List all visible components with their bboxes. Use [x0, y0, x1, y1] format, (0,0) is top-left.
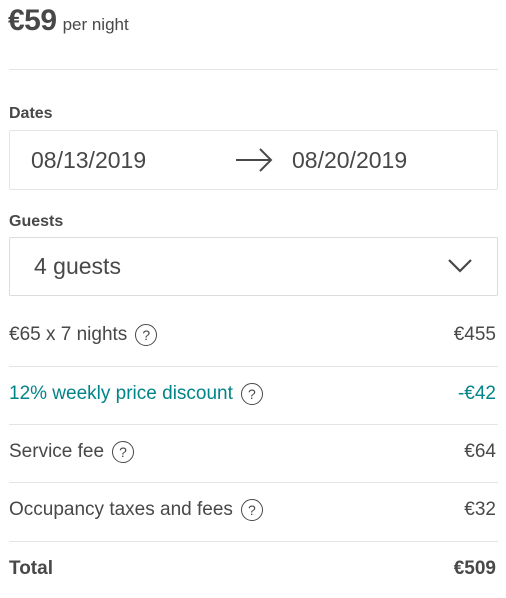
- service-fee-row: Service fee ? €64: [9, 423, 498, 481]
- checkout-date-input[interactable]: 08/20/2019: [292, 131, 407, 189]
- guests-value: 4 guests: [34, 253, 121, 279]
- dates-label: Dates: [9, 105, 53, 122]
- question-icon[interactable]: ?: [135, 324, 158, 346]
- service-fee-label: Service fee: [9, 441, 105, 462]
- nightly-rate-row: €65 x 7 nights ? €455: [9, 306, 498, 364]
- discount-value: -€42: [457, 383, 496, 404]
- guests-dropdown[interactable]: 4 guests: [9, 237, 498, 296]
- service-fee-value: €64: [464, 441, 496, 462]
- total-value: €509: [453, 558, 496, 579]
- discount-label: 12% weekly price discount: [9, 383, 233, 404]
- checkin-date-input[interactable]: 08/13/2019: [31, 131, 146, 189]
- question-icon[interactable]: ?: [112, 441, 135, 463]
- question-icon[interactable]: ?: [240, 499, 263, 521]
- nightly-rate-value: €455: [453, 324, 496, 345]
- total-row: Total €509: [9, 540, 498, 598]
- nightly-rate-label: €65 x 7 nights: [9, 324, 128, 345]
- chevron-down-icon: [448, 259, 472, 273]
- price-header: €59 per night: [8, 4, 129, 38]
- discount-row: 12% weekly price discount ? -€42: [9, 365, 498, 423]
- question-icon[interactable]: ?: [240, 383, 263, 405]
- taxes-value: €32: [464, 499, 496, 520]
- per-night-label: per night: [62, 15, 129, 34]
- arrow-right-icon: [236, 148, 273, 172]
- taxes-row: Occupancy taxes and fees ? €32: [9, 481, 498, 539]
- total-label: Total: [9, 558, 53, 579]
- taxes-label: Occupancy taxes and fees: [9, 499, 233, 520]
- nightly-price: €59: [8, 4, 57, 37]
- dates-picker: 08/13/2019 08/20/2019: [9, 130, 498, 190]
- header-divider: [9, 69, 498, 70]
- guests-label: Guests: [9, 213, 64, 230]
